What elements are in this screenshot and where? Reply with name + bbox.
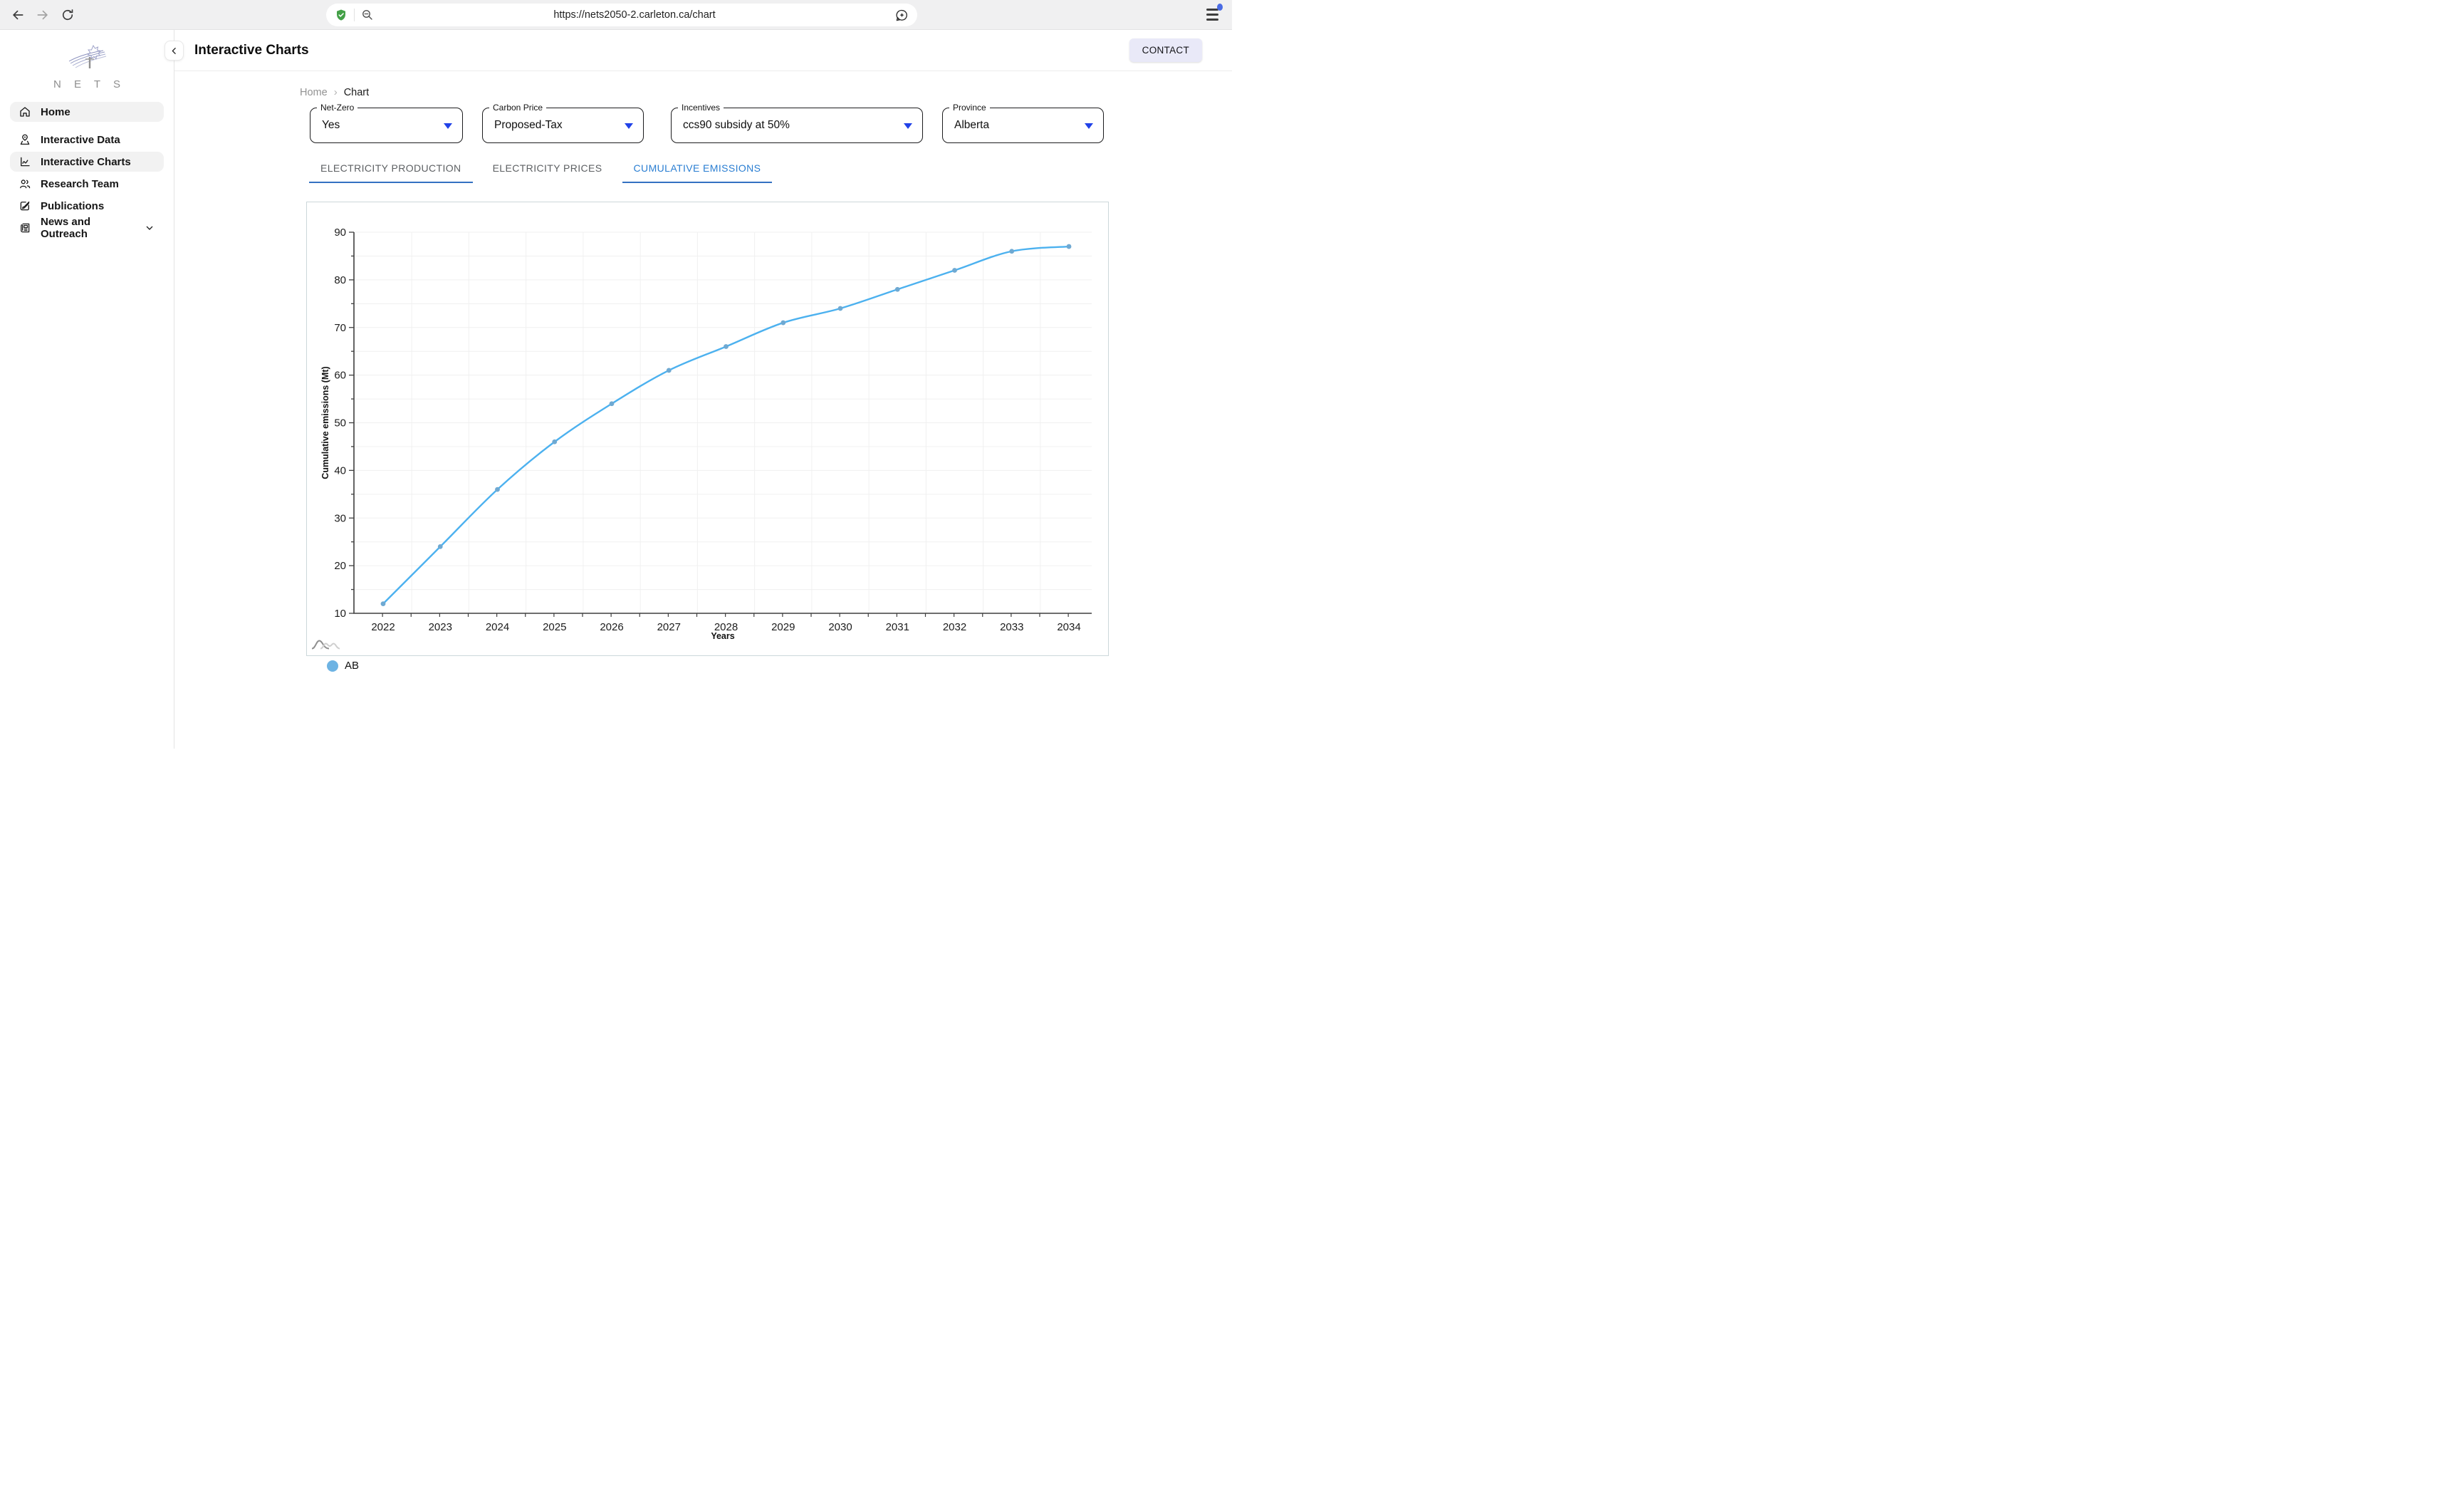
breadcrumb: Home › Chart (300, 86, 369, 98)
legend-label: AB (345, 660, 359, 672)
province-select[interactable]: Province Alberta (942, 108, 1104, 143)
svg-text:20: 20 (334, 560, 346, 572)
sidebar-item-interactive-charts[interactable]: Interactive Charts (10, 152, 164, 172)
notification-dot (1217, 4, 1223, 11)
svg-text:40: 40 (334, 464, 346, 477)
site-secure-shield-icon[interactable] (335, 9, 348, 21)
sidebar-collapse-button[interactable] (165, 41, 184, 61)
svg-text:50: 50 (334, 417, 346, 430)
contact-button[interactable]: CONTACT (1129, 38, 1202, 62)
dropdown-caret-icon (904, 123, 912, 129)
chart-card: 1020304050607080902022202320242025202620… (306, 202, 1109, 656)
svg-text:90: 90 (334, 227, 346, 239)
svg-text:2032: 2032 (943, 621, 966, 633)
cumulative-emissions-chart[interactable]: 1020304050607080902022202320242025202620… (307, 202, 1110, 657)
province-value: Alberta (954, 119, 989, 132)
incentives-label: Incentives (678, 103, 724, 113)
breadcrumb-separator: › (334, 86, 338, 98)
sidebar-item-publications[interactable]: Publications (10, 196, 164, 216)
sidebar-nav: Home Interactive Data Interactive Charts… (0, 102, 174, 238)
tab-cumulative-emissions[interactable]: CUMULATIVE EMISSIONS (622, 155, 773, 183)
svg-text:2022: 2022 (371, 621, 395, 633)
reload-icon[interactable] (59, 6, 76, 24)
net-zero-label: Net-Zero (317, 103, 357, 113)
net-zero-value: Yes (322, 119, 340, 132)
logo-wordmark: N E T S (0, 78, 174, 90)
sidebar-item-news-and-outreach[interactable]: News and Outreach (10, 218, 164, 238)
zoom-out-magnifier-icon[interactable] (361, 9, 374, 21)
svg-text:2023: 2023 (429, 621, 452, 633)
url-text[interactable]: https://nets2050-2.carleton.ca/chart (374, 9, 895, 21)
svg-text:2031: 2031 (886, 621, 909, 633)
dropdown-caret-icon (1085, 123, 1093, 129)
sidebar-item-interactive-data[interactable]: Interactive Data (10, 130, 164, 150)
svg-text:2030: 2030 (828, 621, 852, 633)
svg-text:2024: 2024 (486, 621, 509, 633)
svg-text:2029: 2029 (771, 621, 795, 633)
svg-text:Years: Years (711, 631, 734, 641)
newspaper-icon (19, 222, 31, 234)
legend-dot (327, 660, 338, 672)
address-bar[interactable]: https://nets2050-2.carleton.ca/chart (326, 4, 917, 26)
svg-text:2033: 2033 (1000, 621, 1023, 633)
svg-text:80: 80 (334, 274, 346, 286)
svg-text:30: 30 (334, 512, 346, 524)
net-zero-select[interactable]: Net-Zero Yes (310, 108, 463, 143)
home-icon (19, 105, 31, 118)
divider (354, 9, 355, 21)
breadcrumb-home-link[interactable]: Home (300, 87, 328, 98)
carbon-price-label: Carbon Price (489, 103, 546, 113)
people-icon (19, 177, 31, 190)
carbon-price-select[interactable]: Carbon Price Proposed-Tax (482, 108, 644, 143)
browser-toolbar: https://nets2050-2.carleton.ca/chart (0, 0, 1232, 30)
chart-legend[interactable]: AB (327, 660, 359, 672)
nets-logo: N E T S (0, 43, 174, 90)
dropdown-caret-icon (444, 123, 452, 129)
svg-text:2034: 2034 (1057, 621, 1080, 633)
sidebar-item-research-team[interactable]: Research Team (10, 174, 164, 194)
forward-arrow-icon[interactable] (34, 6, 51, 24)
province-label: Province (949, 103, 990, 113)
svg-text:10: 10 (334, 608, 346, 620)
tab-electricity-production[interactable]: ELECTRICITY PRODUCTION (309, 155, 473, 183)
chart-tabs: ELECTRICITY PRODUCTION ELECTRICITY PRICE… (309, 155, 772, 183)
chevron-down-icon (144, 222, 155, 234)
carbon-price-value: Proposed-Tax (494, 119, 563, 132)
sidebar: N E T S Home Interactive Data Interactiv… (0, 30, 174, 749)
incentives-select[interactable]: Incentives ccs90 subsidy at 50% (671, 108, 923, 143)
page-title: Interactive Charts (194, 43, 309, 58)
chat-sparkle-bubble-icon[interactable] (895, 9, 909, 22)
svg-text:2026: 2026 (600, 621, 623, 633)
svg-text:60: 60 (334, 370, 346, 382)
content-area: Home › Chart Net-Zero Yes Carbon Price P… (174, 71, 1232, 749)
tab-electricity-prices[interactable]: ELECTRICITY PRICES (481, 155, 614, 183)
page-header: Interactive Charts CONTACT (174, 30, 1232, 71)
edit-icon (19, 199, 31, 212)
person-pin-icon (19, 133, 31, 146)
line-chart-icon (19, 155, 31, 168)
dropdown-caret-icon (625, 123, 633, 129)
incentives-value: ccs90 subsidy at 50% (683, 119, 790, 132)
svg-text:Cumulative emissions (Mt): Cumulative emissions (Mt) (320, 366, 330, 479)
back-arrow-icon[interactable] (9, 6, 26, 24)
hamburger-menu-icon[interactable] (1204, 6, 1221, 24)
svg-text:70: 70 (334, 322, 346, 334)
svg-text:2025: 2025 (543, 621, 566, 633)
main-panel: Interactive Charts CONTACT Home › Chart … (174, 30, 1232, 749)
svg-text:2027: 2027 (657, 621, 681, 633)
distribution-waves-icon (310, 637, 344, 654)
sidebar-item-home[interactable]: Home (10, 102, 164, 122)
breadcrumb-current: Chart (344, 87, 369, 98)
